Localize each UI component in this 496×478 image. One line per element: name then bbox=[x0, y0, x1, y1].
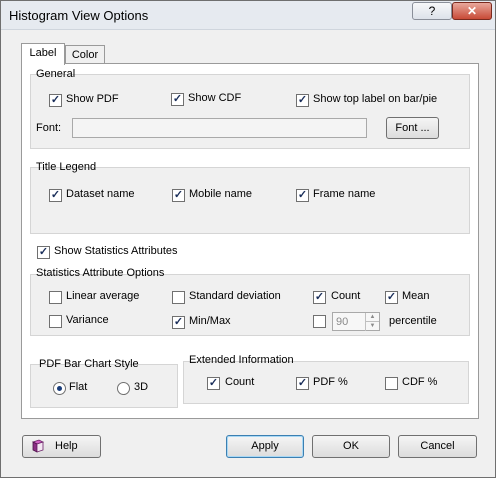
help-button-label: Help bbox=[55, 440, 78, 452]
show-cdf-checkbox[interactable]: ✓ bbox=[171, 93, 184, 106]
percentile-spinbox[interactable]: 90 ▲ ▼ bbox=[332, 312, 380, 331]
close-button[interactable]: ✕ bbox=[452, 2, 492, 20]
flat-radio[interactable] bbox=[53, 382, 66, 395]
show-pdf-label: Show PDF bbox=[66, 93, 119, 105]
pdf-percent-label: PDF % bbox=[313, 376, 348, 388]
show-statistics-label: Show Statistics Attributes bbox=[54, 245, 178, 257]
ok-button[interactable]: OK bbox=[312, 435, 390, 458]
show-cdf-label: Show CDF bbox=[188, 92, 242, 104]
three-d-label: 3D bbox=[134, 381, 149, 393]
dataset-name-label: Dataset name bbox=[66, 188, 135, 200]
percentile-checkbox[interactable] bbox=[313, 315, 326, 328]
title-legend-group-title: Title Legend bbox=[36, 161, 97, 173]
general-group-title: General bbox=[36, 68, 76, 80]
standard-deviation-checkbox[interactable] bbox=[172, 291, 185, 304]
linear-average-label: Linear average bbox=[66, 290, 140, 302]
ext-count-label: Count bbox=[225, 376, 255, 388]
percentile-label: percentile bbox=[389, 315, 437, 327]
mean-checkbox[interactable]: ✓ bbox=[385, 291, 398, 304]
count-stat-checkbox[interactable]: ✓ bbox=[313, 291, 326, 304]
book-icon bbox=[31, 439, 45, 453]
standard-deviation-label: Standard deviation bbox=[189, 290, 281, 302]
window-title: Histogram View Options bbox=[9, 8, 149, 23]
show-top-label-checkbox[interactable]: ✓ bbox=[296, 94, 309, 107]
mobile-name-label: Mobile name bbox=[189, 188, 252, 200]
show-top-label-label: Show top label on bar/pie bbox=[313, 93, 438, 105]
mobile-name-checkbox[interactable]: ✓ bbox=[172, 189, 185, 202]
tab-color[interactable]: Color bbox=[65, 45, 105, 65]
dataset-name-checkbox[interactable]: ✓ bbox=[49, 189, 62, 202]
mean-label: Mean bbox=[402, 290, 430, 302]
show-statistics-checkbox[interactable]: ✓ bbox=[37, 246, 50, 259]
help-title-button[interactable]: ? bbox=[412, 2, 452, 20]
dialog-window: Histogram View Options ? ✕ Label Color G… bbox=[0, 0, 496, 478]
cdf-percent-label: CDF % bbox=[402, 376, 438, 388]
apply-button[interactable]: Apply bbox=[226, 435, 304, 458]
title-legend-group bbox=[30, 167, 470, 234]
min-max-checkbox[interactable]: ✓ bbox=[172, 316, 185, 329]
percentile-value: 90 bbox=[336, 316, 349, 328]
spin-down-icon[interactable]: ▼ bbox=[365, 321, 379, 331]
variance-checkbox[interactable] bbox=[49, 315, 62, 328]
cancel-button[interactable]: Cancel bbox=[398, 435, 477, 458]
frame-name-checkbox[interactable]: ✓ bbox=[296, 189, 309, 202]
frame-name-label: Frame name bbox=[313, 188, 376, 200]
pdf-percent-checkbox[interactable]: ✓ bbox=[296, 377, 309, 390]
linear-average-checkbox[interactable] bbox=[49, 291, 62, 304]
cdf-percent-checkbox[interactable] bbox=[385, 377, 398, 390]
extended-info-group-title: Extended Information bbox=[189, 354, 294, 366]
pdf-bar-style-group-title: PDF Bar Chart Style bbox=[39, 358, 139, 370]
help-button[interactable]: Help bbox=[22, 435, 101, 458]
count-stat-label: Count bbox=[331, 290, 361, 302]
tab-label[interactable]: Label bbox=[21, 43, 65, 65]
font-field[interactable] bbox=[72, 118, 367, 138]
flat-label: Flat bbox=[69, 381, 88, 393]
font-label: Font: bbox=[36, 122, 62, 134]
title-bar[interactable]: Histogram View Options ? ✕ bbox=[1, 1, 495, 30]
spin-up-icon[interactable]: ▲ bbox=[365, 313, 379, 321]
variance-label: Variance bbox=[66, 314, 109, 326]
three-d-radio[interactable] bbox=[117, 382, 130, 395]
ext-count-checkbox[interactable]: ✓ bbox=[207, 377, 220, 390]
min-max-label: Min/Max bbox=[189, 315, 231, 327]
font-button[interactable]: Font ... bbox=[386, 117, 439, 139]
show-pdf-checkbox[interactable]: ✓ bbox=[49, 94, 62, 107]
stats-options-group-title: Statistics Attribute Options bbox=[36, 267, 165, 279]
